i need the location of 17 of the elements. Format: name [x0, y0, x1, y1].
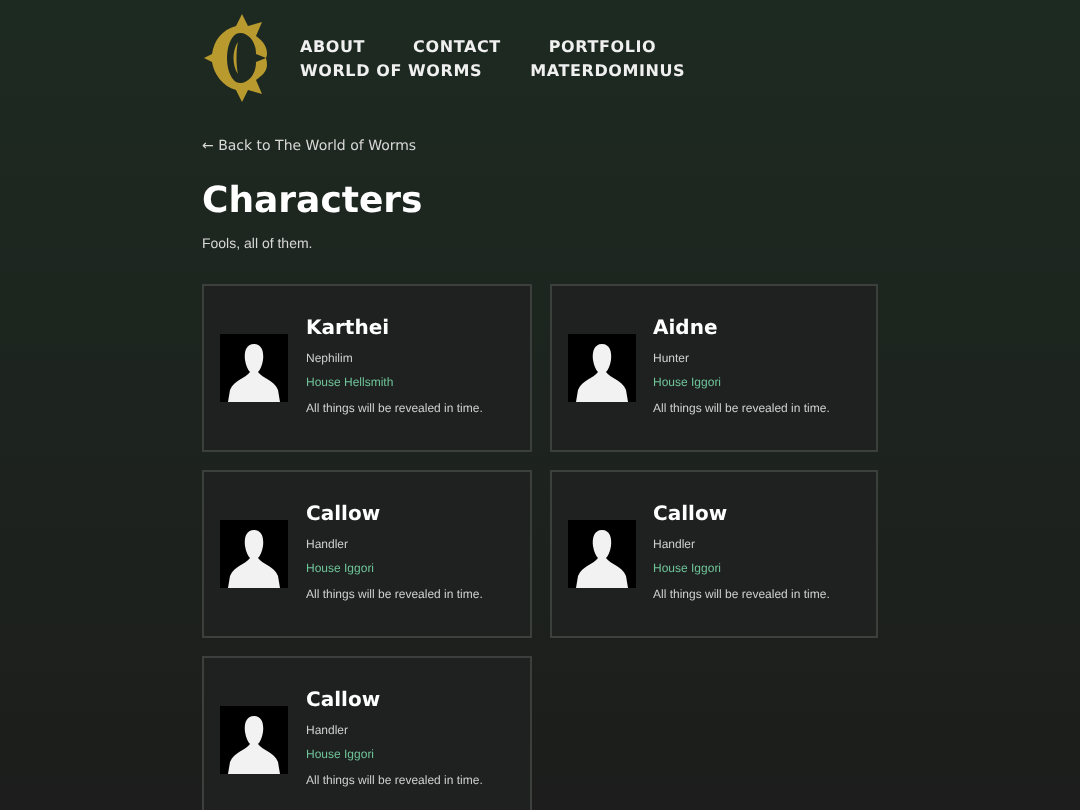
avatar-silhouette-icon	[567, 520, 635, 588]
character-name: Karthei	[306, 318, 392, 342]
avatar-silhouette-icon	[567, 334, 635, 402]
nav-link[interactable]: PORTFOLIO	[548, 36, 657, 60]
character-name: Aidne	[653, 318, 720, 342]
avatar-silhouette-icon	[220, 334, 288, 402]
nav-link[interactable]: ABOUT	[300, 36, 366, 60]
character-name: Callow	[653, 504, 730, 528]
nav-link[interactable]: WORLD OF WORMS	[300, 60, 483, 84]
page-title: Characters	[202, 179, 423, 223]
logo-icon[interactable]	[202, 10, 270, 106]
character-name: Callow	[306, 504, 383, 528]
nav-link[interactable]: CONTACT	[413, 36, 501, 60]
character-name: Callow	[306, 690, 383, 714]
avatar-silhouette-icon	[220, 520, 288, 588]
avatar-silhouette-icon	[220, 706, 288, 774]
nav-link[interactable]: MATERDOMINUS	[530, 60, 686, 84]
